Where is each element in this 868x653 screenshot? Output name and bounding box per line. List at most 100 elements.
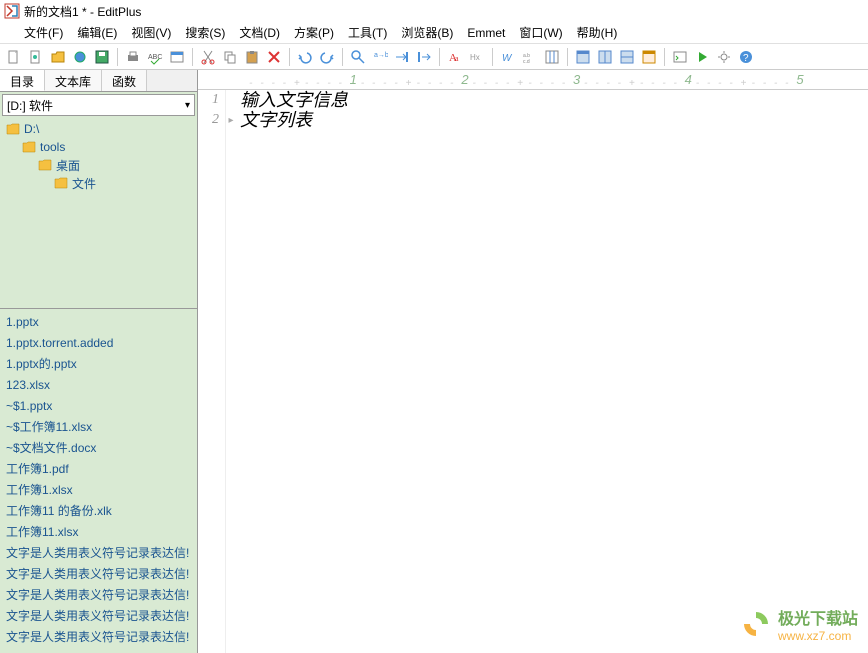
sidebar: 目录 文本库 函数 [D:] 软件 ▾ D:\tools桌面文件 1.pptx1…: [0, 70, 198, 653]
window-title: 新的文档1 * - EditPlus: [24, 3, 141, 20]
watermark-url: www.xz7.com: [778, 629, 858, 643]
tree-item[interactable]: D:\: [2, 120, 195, 138]
file-item[interactable]: 文字是人类用表义符号记录表达信!: [2, 626, 195, 647]
svg-text:W: W: [502, 53, 513, 64]
menu-search[interactable]: 搜索(S): [185, 24, 225, 41]
menu-bar: 文件(F) 编辑(E) 视图(V) 搜索(S) 文档(D) 方案(P) 工具(T…: [0, 22, 868, 44]
ruler: 1----+----2----+----3----+----4----+----…: [198, 70, 868, 90]
url-icon[interactable]: [70, 47, 90, 67]
line-number-gutter: 12: [198, 90, 226, 653]
file-item[interactable]: 1.pptx: [2, 311, 195, 332]
hex-icon[interactable]: Hx: [467, 47, 487, 67]
menu-view[interactable]: 视图(V): [131, 24, 171, 41]
tree-item[interactable]: 桌面: [2, 156, 195, 174]
window2-icon[interactable]: [595, 47, 615, 67]
help-icon[interactable]: ?: [736, 47, 756, 67]
drive-selector[interactable]: [D:] 软件 ▾: [2, 94, 195, 116]
separator: [192, 48, 193, 66]
menu-project[interactable]: 方案(P): [294, 24, 334, 41]
file-item[interactable]: 123.xlsx: [2, 374, 195, 395]
menu-window[interactable]: 窗口(W): [519, 24, 562, 41]
separator: [492, 48, 493, 66]
svg-text:Hx: Hx: [470, 53, 480, 62]
next-icon[interactable]: [414, 47, 434, 67]
find-icon[interactable]: [348, 47, 368, 67]
svg-text:?: ?: [743, 53, 749, 64]
delete-icon[interactable]: [264, 47, 284, 67]
file-item[interactable]: 工作簿1.xlsx: [2, 479, 195, 500]
separator: [289, 48, 290, 66]
wordwrap-icon[interactable]: W: [498, 47, 518, 67]
tree-item[interactable]: tools: [2, 138, 195, 156]
separator: [342, 48, 343, 66]
file-item[interactable]: ~$文档文件.docx: [2, 437, 195, 458]
watermark: 极光下载站 www.xz7.com: [740, 605, 858, 643]
file-item[interactable]: ~$工作簿11.xlsx: [2, 416, 195, 437]
line-number: 2: [198, 110, 219, 130]
menu-tools[interactable]: 工具(T): [348, 24, 387, 41]
font-icon[interactable]: Aa: [445, 47, 465, 67]
preview-icon[interactable]: [167, 47, 187, 67]
copy-icon[interactable]: [220, 47, 240, 67]
save-icon[interactable]: [92, 47, 112, 67]
window1-icon[interactable]: [573, 47, 593, 67]
file-item[interactable]: 文字是人类用表义符号记录表达信!: [2, 584, 195, 605]
window4-icon[interactable]: [639, 47, 659, 67]
app-icon: [4, 3, 20, 19]
editor-line[interactable]: 文字列表: [240, 110, 868, 130]
tab-directory[interactable]: 目录: [0, 70, 45, 91]
replace-icon[interactable]: a→b: [370, 47, 390, 67]
spellcheck-icon[interactable]: ABC: [145, 47, 165, 67]
svg-text:ABC: ABC: [148, 54, 162, 61]
paste-icon[interactable]: [242, 47, 262, 67]
terminal-icon[interactable]: [670, 47, 690, 67]
fold-marker: ▸: [226, 110, 236, 130]
file-item[interactable]: 文字是人类用表义符号记录表达信!: [2, 542, 195, 563]
print-icon[interactable]: [123, 47, 143, 67]
tab-functions[interactable]: 函数: [102, 70, 147, 91]
folder-tree: D:\tools桌面文件: [0, 118, 197, 308]
run-icon[interactable]: [692, 47, 712, 67]
svg-text:c.d: c.d: [523, 59, 530, 65]
menu-edit[interactable]: 编辑(E): [77, 24, 117, 41]
file-list: 1.pptx1.pptx.torrent.added1.pptx的.pptx12…: [0, 308, 197, 653]
text-editor[interactable]: 输入文字信息文字列表: [236, 90, 868, 653]
menu-emmet[interactable]: Emmet: [467, 26, 505, 40]
file-item[interactable]: 工作簿1.pdf: [2, 458, 195, 479]
menu-file[interactable]: 文件(F): [24, 24, 63, 41]
menu-help[interactable]: 帮助(H): [577, 24, 618, 41]
editor-area: 1----+----2----+----3----+----4----+----…: [198, 70, 868, 653]
new-html-icon[interactable]: [26, 47, 46, 67]
separator: [567, 48, 568, 66]
svg-text:a→b: a→b: [374, 52, 388, 59]
file-item[interactable]: 文字是人类用表义符号记录表达信!: [2, 563, 195, 584]
file-item[interactable]: 工作簿11 的备份.xlk: [2, 500, 195, 521]
chevron-down-icon: ▾: [185, 100, 190, 111]
menu-browser[interactable]: 浏览器(B): [401, 24, 453, 41]
open-icon[interactable]: [48, 47, 68, 67]
window3-icon[interactable]: [617, 47, 637, 67]
undo-icon[interactable]: [295, 47, 315, 67]
space-icon[interactable]: a.bc.d: [520, 47, 540, 67]
fold-marker: [226, 90, 236, 110]
file-item[interactable]: ~$1.pptx: [2, 395, 195, 416]
fold-column: ▸: [226, 90, 236, 653]
new-file-icon[interactable]: [4, 47, 24, 67]
file-item[interactable]: 工作簿11.xlsx: [2, 521, 195, 542]
tab-textlib[interactable]: 文本库: [45, 70, 102, 91]
title-bar: 新的文档1 * - EditPlus: [0, 0, 868, 22]
editor-line[interactable]: 输入文字信息: [240, 90, 868, 110]
goto-icon[interactable]: [392, 47, 412, 67]
watermark-name: 极光下载站: [778, 605, 858, 629]
separator: [117, 48, 118, 66]
tree-item[interactable]: 文件: [2, 174, 195, 192]
redo-icon[interactable]: [317, 47, 337, 67]
settings-icon[interactable]: [714, 47, 734, 67]
menu-document[interactable]: 文档(D): [239, 24, 280, 41]
file-item[interactable]: 1.pptx.torrent.added: [2, 332, 195, 353]
file-item[interactable]: 文字是人类用表义符号记录表达信!: [2, 605, 195, 626]
cut-icon[interactable]: [198, 47, 218, 67]
separator: [439, 48, 440, 66]
column-icon[interactable]: [542, 47, 562, 67]
file-item[interactable]: 1.pptx的.pptx: [2, 353, 195, 374]
